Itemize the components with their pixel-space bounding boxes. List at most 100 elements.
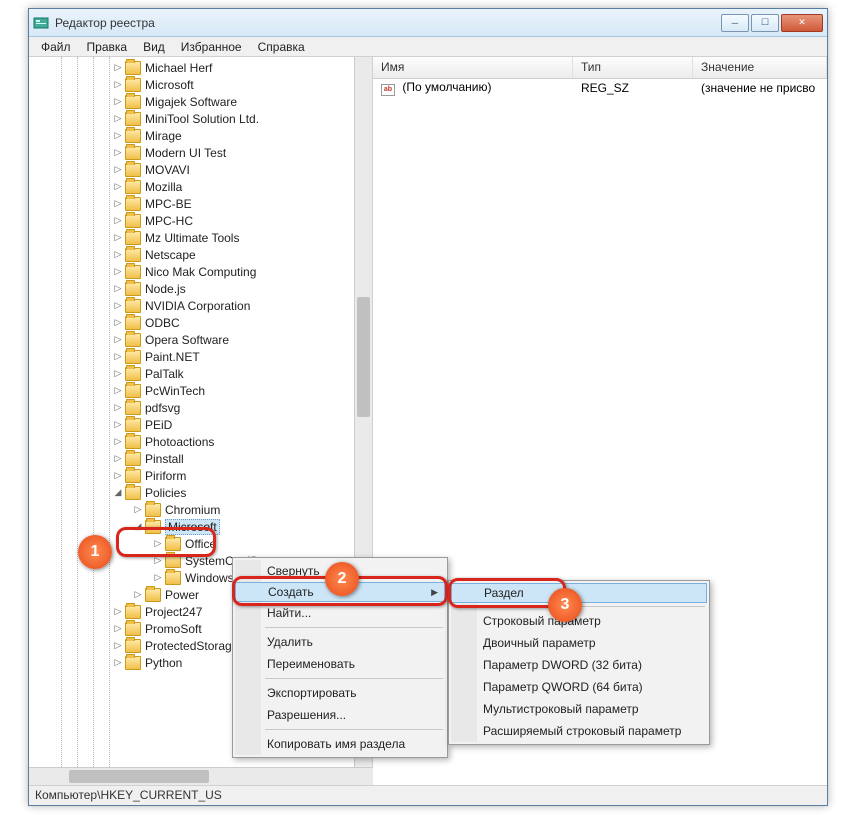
tree-expander-icon[interactable]: ▷ [113, 181, 123, 192]
tree-item[interactable]: ▷ODBC [29, 314, 372, 331]
tree-expander-icon[interactable]: ◢ [133, 521, 143, 532]
tree-item[interactable]: ▷ MiniTool Solution Ltd. [29, 110, 372, 127]
ctx-new-binary[interactable]: Двоичный параметр [451, 632, 707, 654]
tree-expander-icon[interactable]: ▷ [113, 368, 123, 379]
tree-item[interactable]: ▷ PalTalk [29, 365, 372, 382]
tree-expander-icon[interactable]: ▷ [153, 538, 163, 549]
col-type[interactable]: Тип [573, 57, 693, 78]
tree-item[interactable]: ▷Piriform [29, 467, 372, 484]
list-row[interactable]: ab (По умолчанию) REG_SZ (значение не пр… [373, 79, 827, 97]
tree-expander-icon[interactable]: ▷ [113, 283, 123, 294]
tree-item[interactable]: ▷Mz Ultimate Tools [29, 229, 372, 246]
tree-hscrollbar[interactable] [29, 767, 373, 785]
callout-3: 3 [548, 588, 582, 622]
tree-expander-icon[interactable]: ▷ [113, 130, 123, 141]
tree-expander-icon[interactable]: ▷ [133, 589, 143, 600]
list-header[interactable]: Имя Тип Значение [373, 57, 827, 79]
tree-expander-icon[interactable]: ▷ [113, 351, 123, 362]
tree-item[interactable]: ▷Opera Software [29, 331, 372, 348]
tree-expander-icon[interactable]: ▷ [153, 555, 163, 566]
tree-expander-icon[interactable]: ▷ [113, 62, 123, 73]
regedit-icon [33, 15, 49, 31]
tree-expander-icon[interactable]: ▷ [113, 266, 123, 277]
folder-icon [125, 129, 141, 143]
tree-item-label: Microsoft [145, 78, 194, 92]
tree-expander-icon[interactable]: ▷ [113, 198, 123, 209]
ctx-new-expandstring[interactable]: Расширяемый строковый параметр [451, 720, 707, 742]
tree-expander-icon[interactable]: ▷ [113, 470, 123, 481]
tree-expander-icon[interactable]: ▷ [153, 572, 163, 583]
tree-item[interactable]: ▷Modern UI Test [29, 144, 372, 161]
tree-item[interactable]: ▷Netscape [29, 246, 372, 263]
tree-item[interactable]: ▷Mirage [29, 127, 372, 144]
tree-item[interactable]: ◢Microsoft [29, 518, 372, 535]
menubar: Файл Правка Вид Избранное Справка [29, 37, 827, 57]
ctx-delete[interactable]: Удалить [235, 631, 445, 653]
tree-item[interactable]: ▷PcWinTech [29, 382, 372, 399]
tree-item[interactable]: ▷MPC-HC [29, 212, 372, 229]
tree-item[interactable]: ▷pdfsvg [29, 399, 372, 416]
ctx-new-dword[interactable]: Параметр DWORD (32 бита) [451, 654, 707, 676]
ctx-new-qword[interactable]: Параметр QWORD (64 бита) [451, 676, 707, 698]
tree-item[interactable]: ▷ Microsoft [29, 76, 372, 93]
menu-favorites[interactable]: Избранное [173, 38, 250, 56]
tree-expander-icon[interactable]: ▷ [113, 623, 123, 634]
tree-item[interactable]: ▷Mozilla [29, 178, 372, 195]
value-type: REG_SZ [573, 80, 693, 96]
tree-expander-icon[interactable]: ▷ [113, 436, 123, 447]
tree-expander-icon[interactable]: ▷ [113, 232, 123, 243]
menu-file[interactable]: Файл [33, 38, 79, 56]
tree-item-label: PalTalk [145, 367, 184, 381]
tree-expander-icon[interactable]: ▷ [113, 164, 123, 175]
col-name[interactable]: Имя [373, 57, 573, 78]
tree-item[interactable]: ▷Photoactions [29, 433, 372, 450]
tree-item[interactable]: ▷Paint.NET [29, 348, 372, 365]
tree-item-label: MPC-BE [145, 197, 192, 211]
tree-expander-icon[interactable]: ▷ [113, 215, 123, 226]
tree-expander-icon[interactable]: ▷ [113, 453, 123, 464]
ctx-export[interactable]: Экспортировать [235, 682, 445, 704]
tree-expander-icon[interactable]: ▷ [113, 402, 123, 413]
tree-expander-icon[interactable]: ▷ [113, 640, 123, 651]
tree-item-label: MiniTool Solution Ltd. [145, 112, 259, 126]
maximize-button[interactable]: ☐ [751, 14, 779, 32]
tree-expander-icon[interactable]: ▷ [113, 79, 123, 90]
tree-expander-icon[interactable]: ▷ [113, 147, 123, 158]
tree-expander-icon[interactable]: ▷ [113, 334, 123, 345]
value-name: (По умолчанию) [402, 80, 491, 94]
menu-view[interactable]: Вид [135, 38, 173, 56]
tree-item[interactable]: ▷ MPC-BE [29, 195, 372, 212]
tree-expander-icon[interactable]: ▷ [113, 419, 123, 430]
tree-item[interactable]: ◢Policies [29, 484, 372, 501]
tree-expander-icon[interactable]: ▷ [113, 657, 123, 668]
tree-item[interactable]: ▷Migajek Software [29, 93, 372, 110]
tree-item[interactable]: ▷Chromium [29, 501, 372, 518]
ctx-new-multistring[interactable]: Мультистроковый параметр [451, 698, 707, 720]
tree-expander-icon[interactable]: ▷ [113, 300, 123, 311]
tree-expander-icon[interactable]: ▷ [113, 385, 123, 396]
menu-edit[interactable]: Правка [79, 38, 136, 56]
tree-expander-icon[interactable]: ▷ [113, 317, 123, 328]
ctx-rename[interactable]: Переименовать [235, 653, 445, 675]
tree-expander-icon[interactable]: ▷ [113, 113, 123, 124]
tree-item[interactable]: ▷Nico Mak Computing [29, 263, 372, 280]
tree-expander-icon[interactable]: ▷ [133, 504, 143, 515]
ctx-find[interactable]: Найти... [235, 602, 445, 624]
minimize-button[interactable]: ─ [721, 14, 749, 32]
tree-item[interactable]: ▷Node.js [29, 280, 372, 297]
tree-item[interactable]: ▷PEiD [29, 416, 372, 433]
col-value[interactable]: Значение [693, 57, 827, 78]
menu-help[interactable]: Справка [250, 38, 313, 56]
ctx-copy-key-name[interactable]: Копировать имя раздела [235, 733, 445, 755]
tree-expander-icon[interactable]: ▷ [113, 96, 123, 107]
close-button[interactable]: ✕ [781, 14, 823, 32]
tree-item[interactable]: ▷Pinstall [29, 450, 372, 467]
tree-item[interactable]: ▷Michael Herf [29, 59, 372, 76]
tree-expander-icon[interactable]: ◢ [113, 487, 123, 498]
tree-expander-icon[interactable]: ▷ [113, 606, 123, 617]
titlebar[interactable]: Редактор реестра ─ ☐ ✕ [29, 9, 827, 37]
ctx-permissions[interactable]: Разрешения... [235, 704, 445, 726]
tree-item[interactable]: ▷NVIDIA Corporation [29, 297, 372, 314]
tree-item[interactable]: ▷MOVAVI [29, 161, 372, 178]
tree-expander-icon[interactable]: ▷ [113, 249, 123, 260]
